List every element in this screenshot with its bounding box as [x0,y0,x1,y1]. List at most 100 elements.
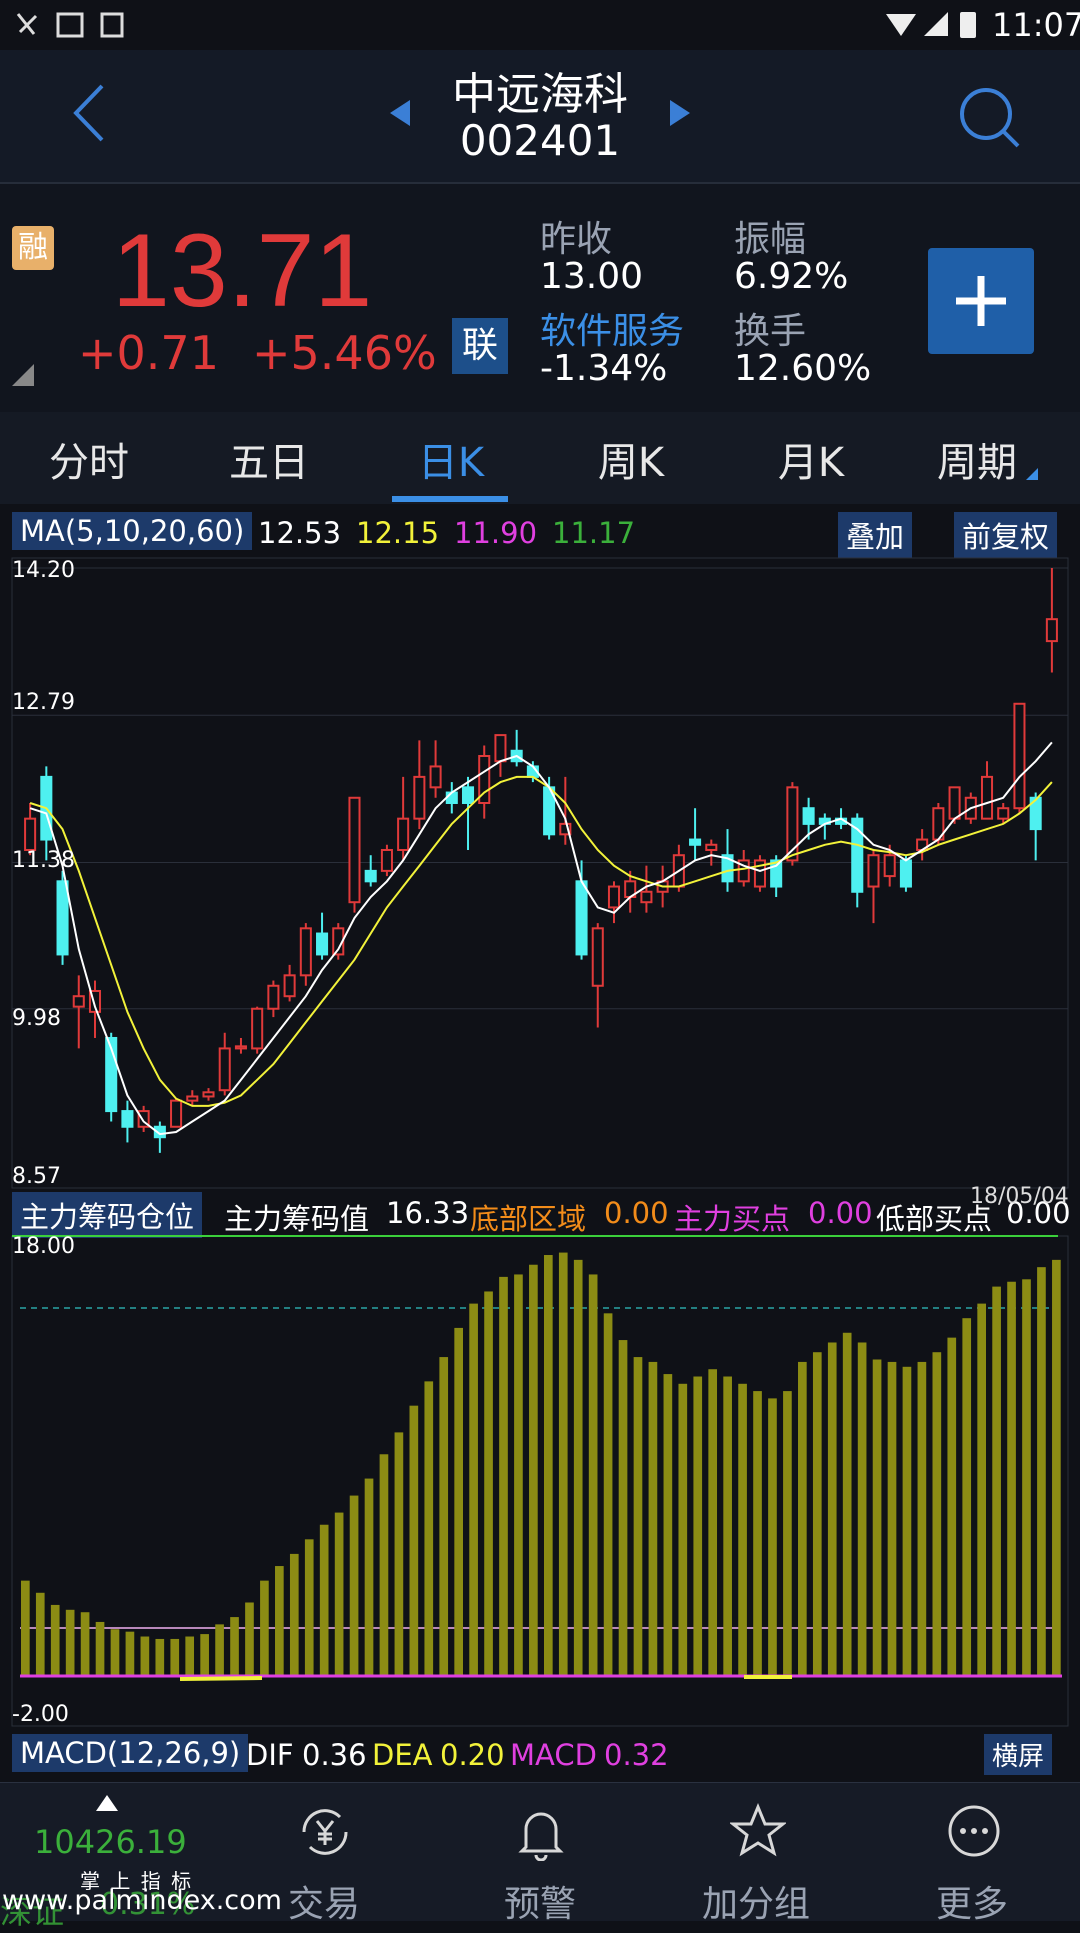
nav-more[interactable]: 更多 [892,1783,1052,1925]
trade-yen-icon [302,1809,348,1855]
candle-up [186,1095,199,1102]
bottom-zone-value: 0.00 [604,1196,669,1230]
macd-hist-label: MACD [510,1738,597,1772]
candle-up [72,995,85,1008]
overlay-button[interactable]: 叠加 [838,512,913,558]
watermark: www.palmindex.com [2,1885,282,1916]
indicator-legend-row: 主力筹码仓位 主力筹码值 16.33 底部区域 0.00 主力买点 0.00 低… [0,1184,1080,1238]
macd-value: 0.32 [604,1738,669,1772]
ma-label[interactable]: MA(5,10,20,60) [12,512,253,550]
indicator-bar [110,1629,120,1676]
indicator-bar [738,1383,747,1676]
indicator-bar [215,1624,224,1676]
indicator-bar [947,1337,957,1676]
link-badge[interactable]: 联 [452,318,508,374]
price-axis-label: 9.98 [12,1006,61,1031]
candle-up [591,927,604,987]
price-change: +0.71 [78,326,219,380]
search-icon[interactable] [956,84,1022,150]
indicator-bar [80,1612,90,1676]
indicator-bar [170,1638,180,1676]
candle-down [575,880,588,956]
indicator-bar [648,1361,658,1676]
ma5-value: 12.53 [258,516,342,550]
indicator-bar [977,1303,986,1676]
signal-battery-icons [886,12,976,38]
candle-down [689,838,702,846]
tab-intraday[interactable]: 分时 [14,430,164,488]
nav-alert[interactable]: 预警 [460,1783,620,1925]
candle-up [348,796,361,904]
tab-weekly-k[interactable]: 周K [556,430,706,488]
candle-up [413,775,426,820]
corner-triangle-icon [12,364,34,386]
index-ticker[interactable]: 10426.19 深证 0.31% 掌 上 指 标 www.palmindex.… [0,1783,282,1931]
nav-trade[interactable]: 交易 [244,1783,404,1925]
indicator-bar [304,1539,314,1676]
nav-more-label: 更多 [935,1884,1008,1925]
indicator-bar [558,1252,568,1676]
macd-label[interactable]: MACD(12,26,9) [12,1734,249,1772]
tab-daily-k[interactable]: 日K [376,430,526,488]
indicator-bar [783,1391,792,1676]
candle-down [802,807,815,825]
plus-icon [956,276,1006,326]
turnover-value: 12.60% [734,348,872,389]
indicator-bar [20,1580,30,1676]
last-price: 13.71 [112,213,373,329]
candle-down [316,932,329,956]
price-axis-label: 8.57 [12,1164,61,1189]
indicator-bar [394,1432,404,1676]
indicator-bar [992,1286,1001,1676]
adjust-button[interactable]: 前复权 [954,512,1058,558]
clock: 11:07 [992,6,1080,44]
dif-label: DIF [246,1738,294,1772]
indicator-bar [245,1602,254,1676]
indicator-bar [454,1327,463,1676]
indicator-bar [185,1636,195,1676]
candle-down [899,859,912,888]
candle-up [948,786,961,820]
ma20-value: 11.90 [454,516,538,550]
candle-up [705,843,718,851]
indicator-bar [932,1352,942,1676]
indicator-bar [573,1259,583,1676]
sector-link[interactable]: 软件服务 [540,302,684,354]
add-watchlist-button[interactable] [928,248,1034,354]
indicator-label[interactable]: 主力筹码仓位 [12,1192,203,1238]
price-axis-label: 12.79 [12,690,75,715]
indicator-bar [663,1374,673,1676]
nav-add-group[interactable]: 加分组 [676,1783,836,1925]
tab-monthly-k[interactable]: 月K [736,430,886,488]
candle-up [640,890,653,904]
chip-value: 16.33 [386,1196,470,1230]
candle-up [1013,702,1026,810]
last-date: 18/05/04 [970,1184,1069,1209]
nav-alert-label: 预警 [503,1884,576,1925]
price-axis-label: 14.20 [12,558,75,583]
period-dropdown-icon [1026,468,1038,480]
bottom-nav: 10426.19 深证 0.31% 掌 上 指 标 www.palmindex.… [0,1782,1080,1931]
stock-name: 中远海科 [452,69,628,120]
dea-value: 0.20 [440,1738,505,1772]
candle-up [397,817,410,851]
tab-five-day[interactable]: 五日 [194,430,344,488]
indicator-bar [1007,1281,1016,1676]
indicator-bar [469,1303,478,1676]
index-value: 10426.19 [34,1823,187,1861]
indicator-bar [50,1604,60,1676]
ma10-value: 12.15 [356,516,440,550]
candle-up [202,1091,215,1098]
prev-close-label: 昨收 [540,219,613,260]
indicator-bar [603,1313,613,1676]
indicator-chart[interactable] [0,1234,1080,1728]
indicator-bar [753,1391,762,1676]
indicator-bar [768,1398,777,1676]
indicator-bar [857,1342,867,1676]
indicator-axis-top: 18.00 [12,1234,75,1259]
indicator-bar [618,1340,628,1676]
landscape-button[interactable]: 横屏 [984,1734,1053,1775]
quote-panel: 融 13.71 +0.71 +5.46% 联 昨收 13.00 软件服务 -1.… [0,184,1080,412]
candlestick-chart[interactable] [0,556,1080,1190]
star-icon [730,1803,786,1857]
